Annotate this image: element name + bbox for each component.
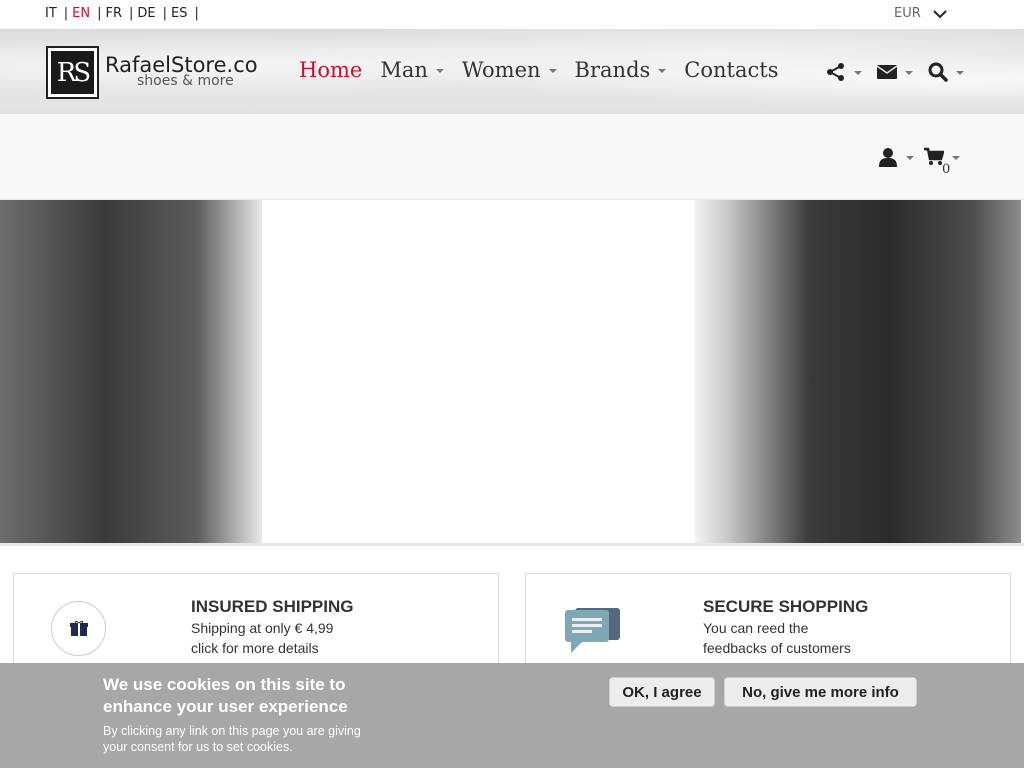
hero-image-man [0, 200, 262, 543]
feature-title: INSURED SHIPPING [191, 597, 354, 616]
currency-label: EUR [894, 6, 921, 21]
chat-bubbles-icon [563, 601, 623, 661]
divider [0, 543, 1024, 546]
cookie-title: We use cookies on this site to enhance y… [103, 675, 348, 716]
cookie-banner: We use cookies on this site to enhance y… [0, 663, 1024, 768]
feature-line: Shipping at only € 4,99 [191, 620, 334, 636]
account-menu[interactable] [878, 147, 914, 167]
caret-down-icon [905, 71, 913, 75]
language-selector: IT | EN | FR | DE | ES | [45, 6, 203, 21]
search-menu[interactable] [928, 62, 964, 82]
hero-banner[interactable] [0, 200, 1021, 543]
feature-line: click for more details [191, 640, 319, 656]
feature-line: feedbacks of customers [703, 640, 851, 656]
site-header: RS RafaelStore.com shoes & more Home Man… [0, 29, 1024, 114]
nav-women-label: Women [461, 58, 541, 82]
envelope-icon [877, 65, 897, 79]
logo-tagline: shoes & more [137, 73, 234, 89]
share-menu[interactable] [826, 62, 862, 82]
lang-de[interactable]: DE [137, 6, 155, 21]
hero-image-woman [695, 200, 1021, 543]
nav-brands[interactable]: Brands [575, 58, 667, 82]
cart-count: 0 [942, 162, 951, 177]
caret-down-icon [854, 71, 862, 75]
caret-down-icon [956, 71, 964, 75]
logo-mark[interactable]: RS [46, 46, 99, 99]
lang-separator: | [194, 6, 199, 21]
chevron-down-icon [933, 9, 947, 18]
nav-contacts-label: Contacts [684, 58, 779, 82]
nav-brands-label: Brands [574, 58, 651, 82]
user-icon [879, 148, 897, 167]
share-icon [827, 63, 844, 81]
caret-down-icon [658, 69, 667, 73]
nav-home[interactable]: Home [299, 58, 362, 82]
caret-down-icon [952, 156, 960, 160]
gift-box-icon [51, 601, 106, 656]
feature-title: SECURE SHOPPING [703, 597, 869, 616]
cart-icon [924, 147, 944, 165]
main-nav: Home Man Women Brands Contacts [299, 58, 796, 82]
lang-fr[interactable]: FR [106, 6, 123, 21]
lang-separator: | [162, 6, 168, 21]
lang-separator: | [63, 6, 69, 21]
top-bar: IT | EN | FR | DE | ES | EUR [0, 0, 1024, 29]
lang-en[interactable]: EN [72, 6, 90, 21]
search-icon [928, 62, 948, 82]
caret-down-icon [435, 69, 444, 73]
nav-home-label: Home [299, 58, 363, 82]
nav-women[interactable]: Women [462, 58, 557, 82]
logo-initials: RS [51, 51, 94, 94]
currency-selector[interactable]: EUR [894, 6, 947, 21]
lang-es[interactable]: ES [171, 6, 187, 21]
cookie-more-info-button[interactable]: No, give me more info [724, 677, 917, 707]
lang-it[interactable]: IT [45, 6, 57, 21]
caret-down-icon [548, 69, 557, 73]
cookie-body: By clicking any link on this page you ar… [103, 724, 361, 754]
lang-separator: | [97, 6, 102, 21]
caret-down-icon [906, 156, 914, 160]
nav-man-label: Man [380, 58, 428, 82]
account-band: 0 [0, 114, 1024, 200]
lang-separator: | [129, 6, 134, 21]
mail-menu[interactable] [877, 62, 913, 82]
nav-contacts[interactable]: Contacts [684, 58, 778, 82]
nav-man[interactable]: Man [380, 58, 444, 82]
cookie-agree-button[interactable]: OK, I agree [609, 677, 715, 707]
feature-line: You can reed the [703, 620, 809, 636]
header-actions [826, 62, 979, 82]
